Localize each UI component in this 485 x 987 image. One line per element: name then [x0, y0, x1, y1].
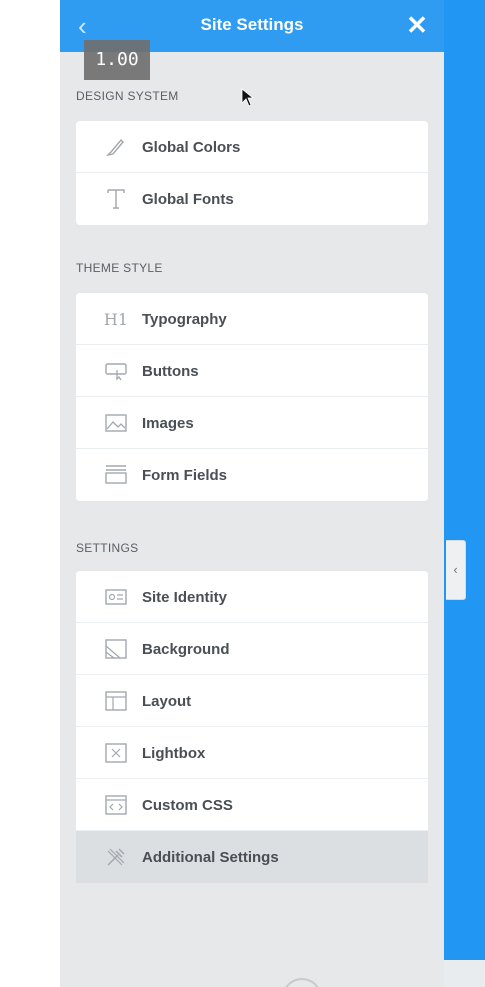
section-label-design-system: DESIGN SYSTEM: [76, 89, 179, 103]
heading-icon: H1: [103, 309, 129, 329]
menu-item-layout[interactable]: Layout: [76, 675, 428, 727]
menu-item-typography[interactable]: H1 Typography: [76, 293, 428, 345]
menu-item-label: Custom CSS: [142, 797, 233, 814]
menu-item-label: Site Identity: [142, 589, 228, 606]
canvas-footer-strip: [444, 960, 485, 987]
version-badge: 1.00: [84, 40, 150, 80]
mouse-cursor-icon: [241, 88, 255, 107]
theme-style-group: H1 Typography Buttons Images Form Fields: [76, 293, 428, 501]
panel-title: Site Settings: [200, 15, 304, 34]
menu-item-label: Typography: [142, 311, 227, 328]
site-settings-panel: ‹ Site Settings ✕ 1.00 DESIGN SYSTEM Glo…: [60, 0, 444, 987]
menu-item-global-colors[interactable]: Global Colors: [76, 121, 428, 173]
chevron-left-icon: ‹: [453, 562, 458, 577]
menu-item-label: Buttons: [142, 363, 199, 380]
close-icon[interactable]: ✕: [404, 11, 430, 39]
brush-icon: [102, 133, 130, 161]
id-card-icon: [102, 583, 130, 611]
code-icon: [102, 791, 130, 819]
panel-collapse-handle[interactable]: ‹: [446, 540, 466, 600]
preview-canvas[interactable]: [444, 0, 485, 960]
menu-item-label: Form Fields: [142, 467, 228, 484]
tools-icon: [102, 843, 130, 871]
image-icon: [102, 409, 130, 437]
menu-item-label: Layout: [142, 693, 192, 710]
menu-item-label: Global Colors: [142, 139, 241, 156]
menu-item-site-identity[interactable]: Site Identity: [76, 571, 428, 623]
section-label-theme-style: THEME STYLE: [76, 261, 163, 275]
lightbox-icon: [102, 739, 130, 767]
menu-item-background[interactable]: Background: [76, 623, 428, 675]
page-background: [0, 0, 60, 987]
menu-item-lightbox[interactable]: Lightbox: [76, 727, 428, 779]
menu-item-label: Lightbox: [142, 745, 206, 762]
button-pointer-icon: [102, 357, 130, 385]
menu-item-images[interactable]: Images: [76, 397, 428, 449]
menu-item-label: Images: [142, 415, 194, 432]
menu-item-label: Global Fonts: [142, 191, 234, 208]
menu-item-buttons[interactable]: Buttons: [76, 345, 428, 397]
menu-item-global-fonts[interactable]: Global Fonts: [76, 173, 428, 225]
design-system-group: Global Colors Global Fonts: [76, 121, 428, 225]
background-icon: [102, 635, 130, 663]
menu-item-label: Background: [142, 641, 230, 658]
typeface-icon: [102, 185, 130, 213]
section-label-settings: SETTINGS: [76, 541, 139, 555]
menu-item-form-fields[interactable]: Form Fields: [76, 449, 428, 501]
layout-icon: [102, 687, 130, 715]
settings-group: Site Identity Background Layout Lightbox…: [76, 571, 428, 883]
menu-item-additional-settings[interactable]: Additional Settings: [76, 831, 428, 883]
menu-item-label: Additional Settings: [142, 849, 279, 866]
form-fields-icon: [102, 461, 130, 489]
menu-item-custom-css[interactable]: Custom CSS: [76, 779, 428, 831]
bottom-control-arc: [282, 978, 322, 987]
